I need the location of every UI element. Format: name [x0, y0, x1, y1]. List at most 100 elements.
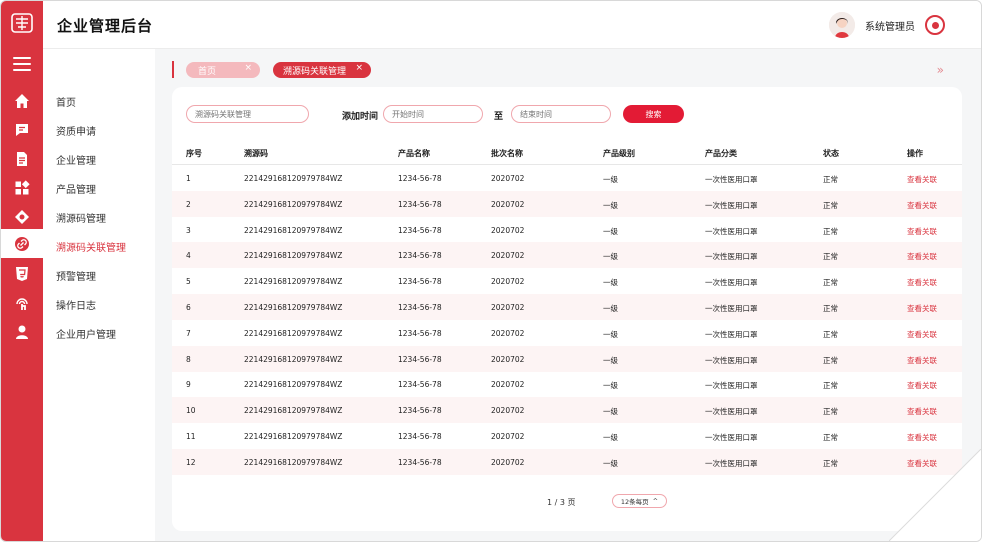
view-link-button[interactable]: 查看关联 [907, 432, 937, 443]
start-time-input[interactable] [383, 105, 483, 123]
table-cell: 2020702 [491, 432, 525, 441]
end-time-input[interactable] [511, 105, 611, 123]
main-area: 首页 × 溯源码关联管理 × » 添加时间 至 搜索 序号 溯源码 产品名称 批… [155, 49, 981, 541]
table-cell: 一级 [603, 329, 618, 339]
sidebar-item-trace-code[interactable]: 溯源码管理 [56, 210, 106, 225]
table-cell: 2020702 [491, 174, 525, 183]
table-cell: 12 [186, 457, 196, 467]
view-link-button[interactable]: 查看关联 [907, 329, 937, 340]
page-size-label: 12条每页 [620, 498, 649, 506]
page-curl-decoration [889, 449, 981, 541]
column-header: 产品分类 [705, 149, 737, 158]
view-link-button[interactable]: 查看关联 [907, 303, 937, 314]
table-row: 6 221429168120979784WZ 1234-56-78 2020702 一级… [172, 294, 962, 320]
table-row: 9 221429168120979784WZ 1234-56-78 2020702 一级… [172, 371, 962, 397]
table-cell: 2020702 [491, 251, 525, 261]
touch-icon[interactable] [1, 289, 43, 318]
table-cell: 正常 [823, 278, 838, 288]
table-cell: 1 [186, 174, 191, 183]
search-button[interactable]: 搜索 [623, 105, 684, 123]
table-cell: 正常 [823, 304, 838, 313]
column-header: 序号 [186, 149, 202, 158]
app-window: 企业管理后台 系统管理员 首页 资质申请 企业管理 产品管理 溯源码管理 溯源码… [0, 0, 982, 542]
view-link-button[interactable]: 查看关联 [907, 355, 937, 366]
table-cell: 1234-56-78 [398, 277, 442, 287]
table-cell: 6 [186, 303, 191, 312]
view-link-button[interactable]: 查看关联 [907, 277, 937, 288]
table-cell: 正常 [823, 407, 838, 417]
sidebar-item-warning[interactable]: 预警管理 [56, 268, 96, 283]
table-cell: 一级 [603, 200, 618, 210]
view-link-button[interactable]: 查看关联 [907, 380, 937, 391]
sidebar-item-home[interactable]: 首页 [56, 94, 76, 109]
table-cell: 一级 [603, 226, 618, 236]
grid-icon[interactable] [1, 173, 43, 202]
table-row: 1 221429168120979784WZ 1234-56-78 2020702 一级… [172, 165, 962, 191]
chevron-up-icon: ^ [652, 497, 659, 505]
table-row: 2 221429168120979784WZ 1234-56-78 2020702 一级… [172, 190, 962, 217]
table-cell: 正常 [823, 226, 838, 236]
table-cell: 7 [186, 328, 191, 338]
table-cell: 一次性医用口罩 [705, 355, 758, 365]
sidebar-item-enterprise[interactable]: 企业管理 [56, 152, 96, 167]
sidebar-item-trace-link[interactable]: 溯源码关联管理 [56, 239, 126, 254]
table-row: 11 221429168120979784WZ 1234-56-78 2020702 一… [172, 423, 962, 449]
column-header: 批次名称 [491, 149, 523, 158]
table-cell: 一次性医用口罩 [705, 381, 758, 391]
column-header: 状态 [823, 149, 839, 158]
table-cell: 1234-56-78 [398, 225, 442, 235]
table-row: 8 221429168120979784WZ 1234-56-78 2020702 一级… [172, 345, 962, 372]
tab-trace-link[interactable]: 溯源码关联管理 × [273, 62, 371, 78]
package-icon[interactable] [1, 202, 43, 231]
table-cell: 1234-56-78 [398, 199, 442, 209]
view-link-button[interactable]: 查看关联 [907, 251, 937, 262]
table-cell: 2020702 [491, 380, 525, 390]
menu-toggle-icon[interactable] [13, 57, 31, 71]
table-cell: 一级 [603, 433, 618, 442]
table-cell: 一次性医用口罩 [705, 200, 758, 210]
logo-icon [11, 13, 33, 33]
message-icon[interactable] [1, 115, 43, 144]
table-cell: 一次性医用口罩 [705, 304, 758, 313]
sidebar-item-log[interactable]: 操作日志 [56, 297, 96, 312]
table-cell: 一次性医用口罩 [705, 433, 758, 442]
logout-icon[interactable] [925, 15, 945, 35]
table-cell: 一次性医用口罩 [705, 175, 758, 184]
sidebar-item-qualification[interactable]: 资质申请 [56, 123, 96, 138]
view-link-button[interactable]: 查看关联 [907, 174, 937, 185]
document-icon[interactable] [1, 144, 43, 173]
view-link-button[interactable]: 查看关联 [907, 406, 937, 417]
table-cell: 221429168120979784WZ [244, 199, 343, 209]
table-header: 序号 溯源码 产品名称 批次名称 产品级别 产品分类 状态 操作 [172, 139, 962, 165]
icon-rail [1, 1, 43, 541]
link-icon[interactable] [1, 229, 43, 258]
page-size-select[interactable]: 12条每页 ^ [612, 494, 667, 508]
view-link-button[interactable]: 查看关联 [907, 226, 937, 237]
avatar[interactable] [829, 12, 855, 38]
close-icon[interactable]: × [355, 63, 363, 73]
view-link-button[interactable]: 查看关联 [907, 200, 937, 211]
table-cell: 一级 [603, 252, 618, 262]
home-icon[interactable] [1, 86, 43, 115]
close-icon[interactable]: × [244, 63, 252, 73]
table-cell: 4 [186, 251, 191, 261]
tab-home[interactable]: 首页 × [186, 62, 260, 78]
html5-icon[interactable] [1, 259, 43, 288]
table-cell: 一级 [603, 278, 618, 288]
table-cell: 2020702 [491, 303, 525, 312]
table-row: 5 221429168120979784WZ 1234-56-78 2020702 一级… [172, 268, 962, 294]
table-cell: 2020702 [491, 406, 525, 416]
column-header: 产品级别 [603, 149, 635, 158]
table-cell: 1234-56-78 [398, 406, 442, 416]
table-row: 10 221429168120979784WZ 1234-56-78 2020702 一… [172, 397, 962, 424]
sidebar-item-users[interactable]: 企业用户管理 [56, 326, 116, 341]
table-cell: 一次性医用口罩 [705, 407, 758, 417]
time-label: 添加时间 [342, 112, 379, 122]
sidebar-item-product[interactable]: 产品管理 [56, 181, 96, 196]
table-cell: 2 [186, 199, 191, 209]
table-cell: 3 [186, 225, 191, 235]
table-cell: 1234-56-78 [398, 251, 442, 261]
chevron-double-right-icon[interactable]: » [937, 63, 945, 77]
user-icon[interactable] [1, 317, 43, 346]
code-search-input[interactable] [186, 105, 309, 123]
